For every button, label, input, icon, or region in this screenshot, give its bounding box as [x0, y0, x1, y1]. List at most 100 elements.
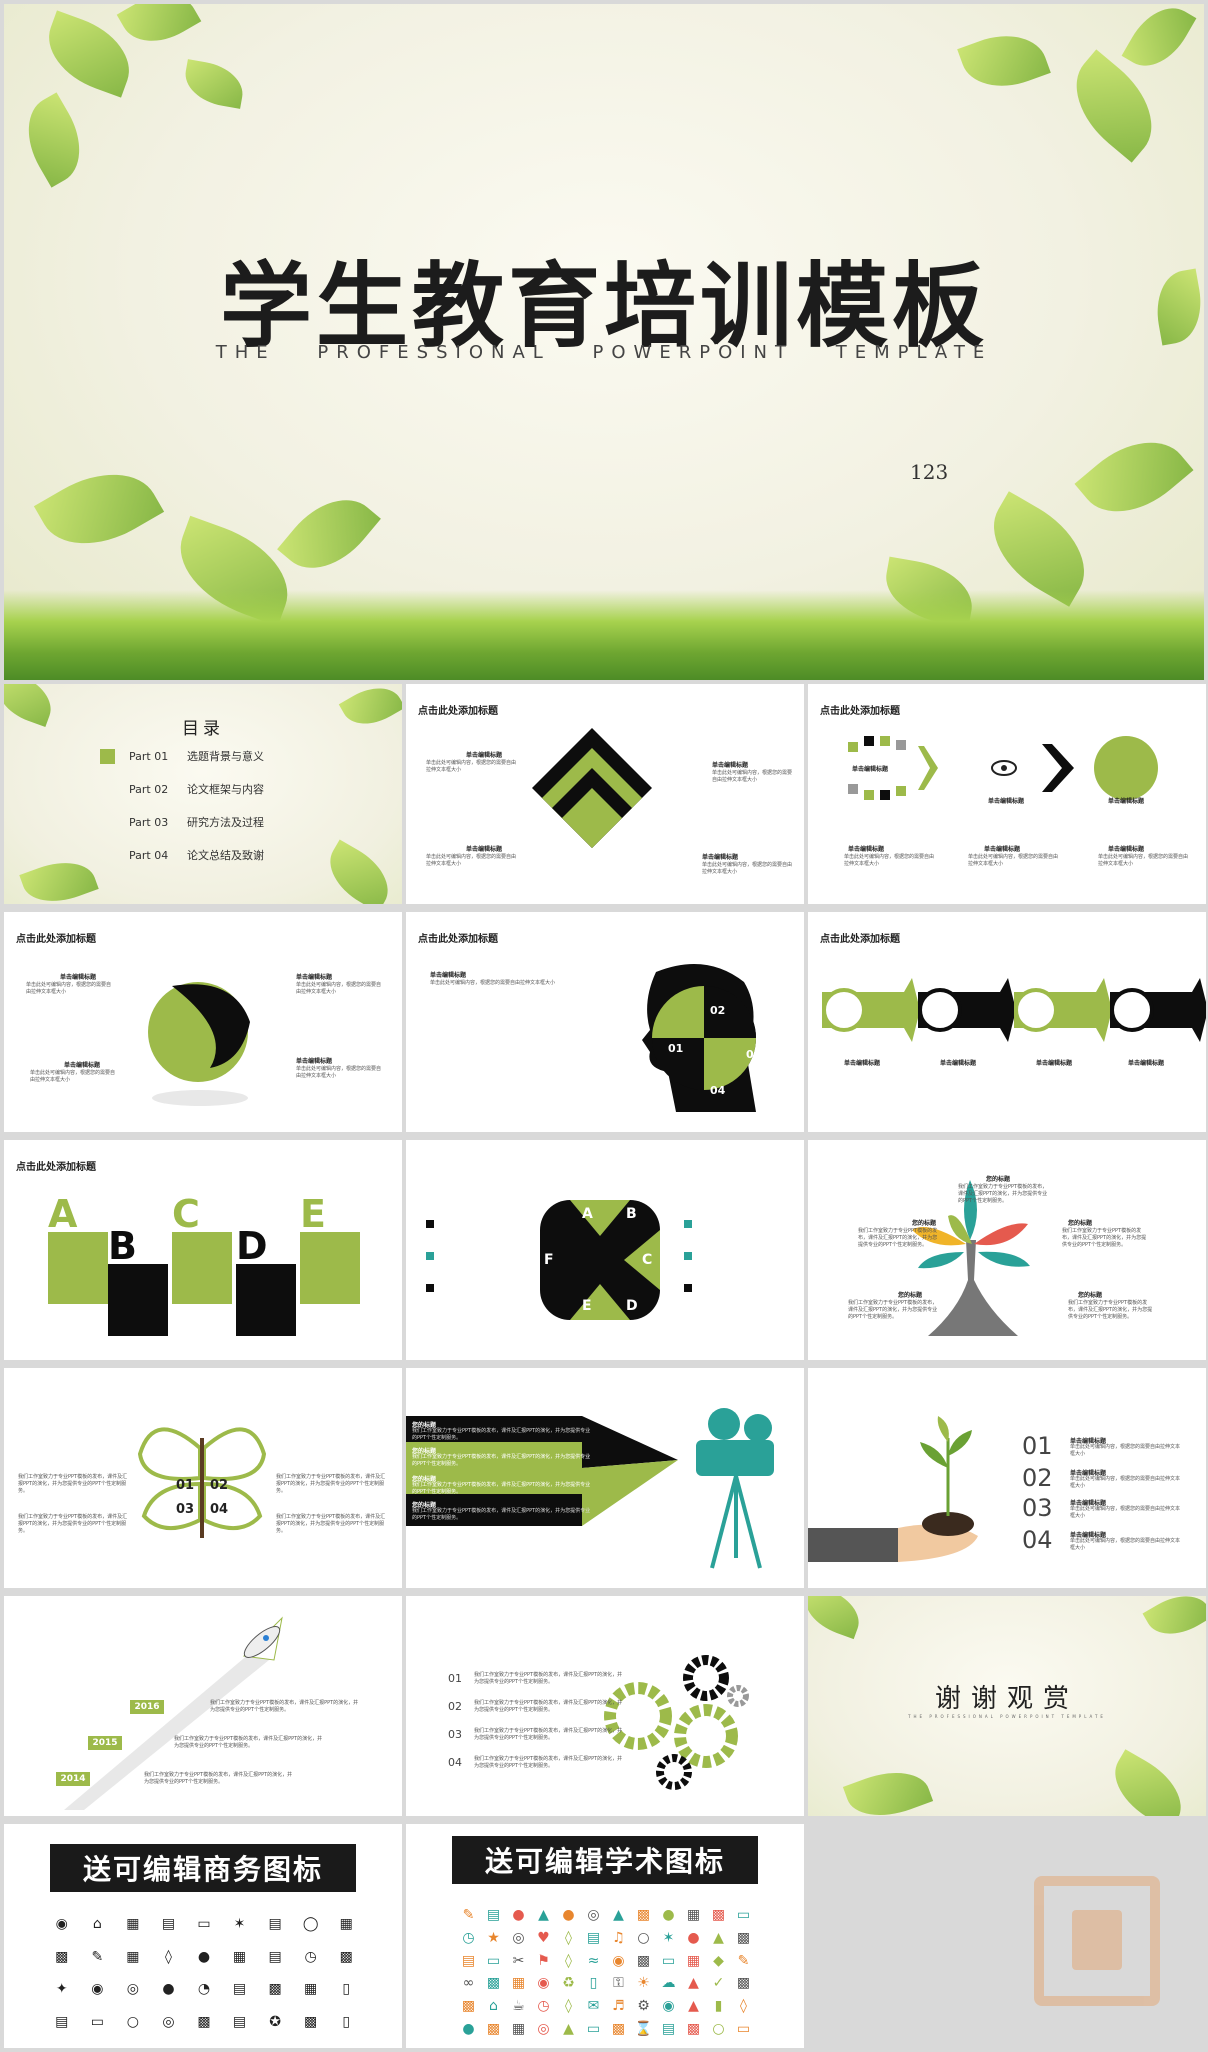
leaf-icon: ◊: [565, 1929, 572, 1946]
item-text: 我们工作室致力于专业PPT模板的发布，课件及汇报PPT的演化，并为您提供专业的P…: [858, 1228, 938, 1248]
atom-icon: ✶: [662, 1929, 675, 1946]
item-text: 我们工作室致力于专业PPT模板的发布，课件及汇报PPT的演化，并为您提供专业的P…: [474, 1756, 623, 1769]
mobile-icon: ▯: [342, 2013, 351, 2030]
head-puzzle-slide[interactable]: 点击此处添加标题 单击编辑标题 单击此处可编辑内容，根据您的需要自由拉伸文本框大…: [406, 912, 804, 1132]
projector-slide[interactable]: 您的标题 我们工作室致力于专业PPT模板的发布，课件及汇报PPT的演化，并为您提…: [406, 1368, 804, 1588]
academic-icons-slide[interactable]: 送可编辑学术图标 ✎ ▤ ● ▲ ● ◎ ▲ ▩ ● ▦ ▩ ▭ ◷ ★ ◎ ♥ ◊ ▤ ♫ ○ ✶ ● ▲ ▩ ▤ ▭ ✂ ⚑ ◊…: [406, 1824, 804, 2048]
cover-slide[interactable]: 学生教育培训模板 THE PROFESSIONAL POWERPOINT TEM…: [4, 4, 1204, 680]
paperclip-icon: ∞: [462, 1975, 475, 1992]
check-icon: ✓: [712, 1975, 725, 1992]
heart-icon: ♥: [537, 1929, 550, 1946]
item-text: 单击此处可编辑内容，根据您的需要自由拉伸文本框大小: [1070, 1476, 1181, 1489]
item-text: 我们工作室致力于专业PPT模板的发布，课件及汇报PPT的演化，并为您提供专业的P…: [276, 1514, 386, 1534]
leaf-decoration: [957, 21, 1051, 101]
cap-icon: ▲: [613, 1907, 624, 1924]
toc-item[interactable]: Part 01 选题背景与意义: [100, 748, 264, 764]
calendar-icon: ▦: [232, 1948, 247, 1965]
abcde-slide[interactable]: 点击此处添加标题 A B C D E: [4, 1140, 402, 1360]
business-icons-slide[interactable]: 送可编辑商务图标 ◉ ⌂ ▦ ▤ ▭ ✶ ▤ ◯ ▦ ▩ ✎ ▦ ◊ ● ▦ ▤ ◷ ▩ ✦ ◉ ◎ ● ◔ ▤ ▩ ▦ ▯ ▤…: [4, 1824, 402, 2048]
globe2-icon: ◎: [162, 2013, 175, 2030]
step-number: 02: [448, 1700, 462, 1713]
toc-item[interactable]: Part 03 研究方法及过程: [100, 814, 264, 830]
calc-icon: ▦: [686, 1907, 701, 1924]
process-slide[interactable]: 点击此处添加标题 单击编辑标题 单击编辑标题 单击编辑标题 单击编辑标题 单击此…: [808, 684, 1206, 904]
item-title: 单击编辑标题: [844, 1060, 881, 1067]
toc-slide[interactable]: 目录 Part 01 选题背景与意义 Part 02 论文框架与内容 Part 03…: [4, 684, 402, 904]
bars2-icon: ▤: [232, 2013, 247, 2030]
plant-hand-slide[interactable]: 01 02 03 04 单击编辑标题 单击此处可编辑内容，根据您的需要自由拉伸文…: [808, 1368, 1206, 1588]
arrows-slide[interactable]: 点击此处添加标题 单击编辑标题 单击编辑标题 单击编辑标题 单击编辑标题: [808, 912, 1206, 1132]
card-icon: ▤: [268, 1916, 282, 1933]
process-diagram: [848, 736, 1158, 800]
item-text: 我们工作室致力于专业PPT模板的发布，课件及汇报PPT的演化，并为您提供专业的P…: [144, 1772, 293, 1785]
apple-icon: ●: [512, 1907, 525, 1924]
cover-subtitle: THE PROFESSIONAL POWERPOINT TEMPLATE: [215, 342, 993, 363]
item-title: 单击编辑标题: [852, 766, 889, 773]
gears-slide[interactable]: 01 02 03 04 我们工作室致力于专业PPT模板的发布，课件及汇报PPT的…: [406, 1596, 804, 1816]
item-text: 我们工作室致力于专业PPT模板的发布，课件及汇报PPT的演化，并为您提供专业的P…: [1062, 1228, 1147, 1248]
chat-icon: ○: [126, 2013, 139, 2030]
academic-icon-grid: ✎ ▤ ● ▲ ● ◎ ▲ ▩ ● ▦ ▩ ▭ ◷ ★ ◎ ♥ ◊ ▤ ♫ ○ ✶ ● ▲ ▩ ▤ ▭ ✂ ⚑ ◊ ≈ ◉ ▩ ▭ ▦ ◆ ✎ ∞…: [456, 1904, 756, 2040]
step-number: 04: [448, 1756, 462, 1769]
compass-icon: ◎: [126, 1981, 139, 1998]
rocket-timeline-slide[interactable]: 2016 2015 2014 我们工作室致力于专业PPT模板的发布，课件及汇报P…: [4, 1596, 402, 1816]
item-text: 单击此处可编辑内容，根据您的需要自由拉伸文本框大小: [712, 770, 793, 783]
item-title: 单击编辑标题: [984, 846, 1021, 853]
item-text: 单击此处可编辑内容，根据您的需要自由拉伸文本框大小: [426, 854, 517, 867]
item-title: 单击编辑标题: [466, 846, 503, 853]
pencil-icon: ✎: [462, 1907, 475, 1924]
letter-E: E: [300, 1192, 326, 1236]
leaf-decoration: [180, 59, 248, 109]
rocket-icon: ▲: [688, 1997, 699, 2014]
puzzle-number: 03: [746, 1048, 762, 1061]
item-text: 单击此处可编辑内容，根据您的需要自由拉伸文本框大小: [844, 854, 935, 867]
cover-number: 123: [910, 460, 949, 484]
palette-icon: ●: [687, 1929, 700, 1946]
bars-icon: ▤: [232, 1981, 247, 1998]
item-text: 单击此处可编辑内容，根据您的需要自由拉伸文本框大小: [1098, 854, 1189, 867]
badge-icon: ◉: [662, 1997, 675, 2014]
butterfly-slide[interactable]: 01 02 03 04 我们工作室致力于专业PPT模板的发布，课件及汇报PPT的…: [4, 1368, 402, 1588]
butterfly-number: 02: [210, 1478, 229, 1493]
bullet-square-icon: [100, 748, 115, 764]
coffee-icon: ☕: [512, 1997, 525, 2014]
item-title: 单击编辑标题: [940, 1060, 977, 1067]
item-title: 单击编辑标题: [1108, 798, 1145, 805]
lock-icon: ▩: [268, 1981, 282, 1998]
recycle-icon: ♻: [562, 1975, 575, 1992]
wifi-icon: ≈: [587, 1952, 600, 1969]
compass-icon: ◎: [512, 1929, 525, 1946]
target-icon: ◎: [537, 2020, 550, 2037]
aperture-letter: E: [582, 1298, 592, 1314]
aperture-slide[interactable]: A B C D E F: [406, 1140, 804, 1360]
plant-icon: ◊: [565, 1952, 572, 1969]
tree-slide[interactable]: 您的标题 我们工作室致力于专业PPT模板的发布，课件及汇报PPT的演化，并为您提…: [808, 1140, 1206, 1360]
book-icon: ▤: [55, 2013, 69, 2030]
bookmark-icon: ▮: [714, 1997, 723, 2014]
tag-icon: ◆: [713, 1952, 724, 1969]
toc-item[interactable]: Part 04 论文总结及致谢: [100, 847, 264, 863]
globe-icon: ◎: [587, 1907, 600, 1924]
sphere-slide[interactable]: 点击此处添加标题 单击编辑标题 单击此处可编辑内容，根据您的需要自由拉伸文本框大…: [4, 912, 402, 1132]
puzzle-number: 01: [668, 1042, 684, 1055]
board-icon: ▭: [661, 1952, 676, 1969]
home-icon: ⌂: [92, 1916, 102, 1933]
bus-icon: ▩: [461, 1997, 476, 2014]
step-number: 01: [448, 1672, 462, 1685]
aperture-letter: C: [642, 1252, 653, 1268]
item-title: 单击编辑标题: [848, 846, 885, 853]
item-title: 您的标题: [898, 1292, 923, 1299]
briefcase-icon: ▩: [611, 2020, 626, 2037]
toc-item[interactable]: Part 02 论文框架与内容: [100, 781, 264, 797]
users-icon: ◉: [55, 1916, 68, 1933]
diamond-slide[interactable]: 点击此处添加标题 单击编辑标题 单击此处可编辑内容，根据您的需要自由拉伸文本框大…: [406, 684, 804, 904]
arrow-chain-diagram: [822, 978, 1206, 1042]
presentation-preview: 学生教育培训模板 THE PROFESSIONAL POWERPOINT TEM…: [0, 0, 1208, 2052]
thanks-slide[interactable]: 谢谢观赏 THE PROFESSIONAL POWERPOINT TEMPLAT…: [808, 1596, 1206, 1816]
item-title: 单击编辑标题: [64, 1062, 101, 1069]
bag2-icon: ▩: [686, 2020, 701, 2037]
chart-icon: ▤: [268, 1948, 282, 1965]
globe-icon: ●: [162, 1981, 175, 1998]
bike-icon: ○: [712, 2020, 725, 2037]
grass-decoration: [4, 590, 1204, 680]
